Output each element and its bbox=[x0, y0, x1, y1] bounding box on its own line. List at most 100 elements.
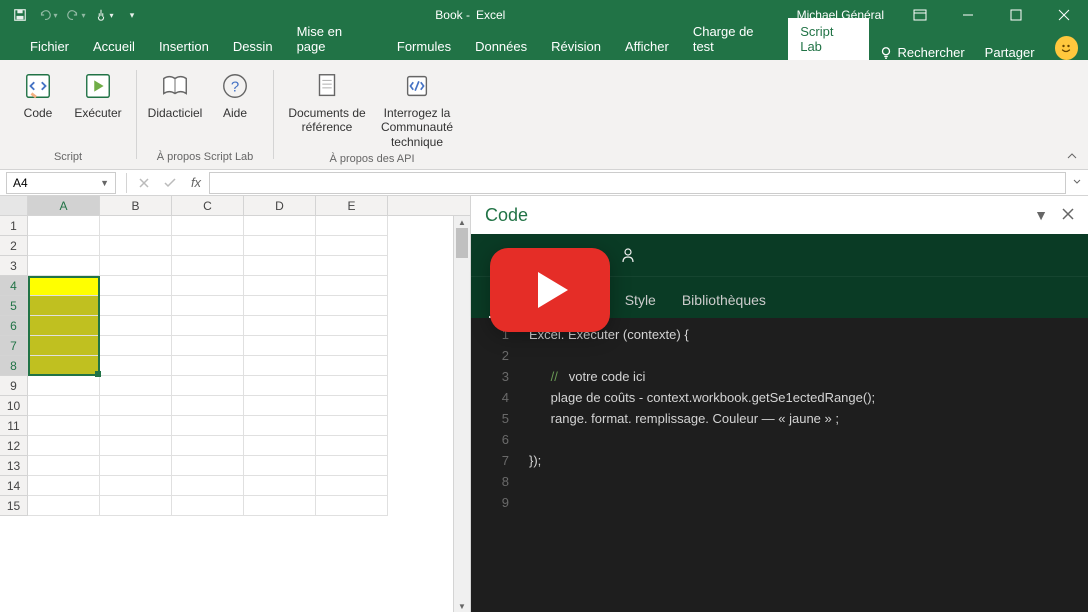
cell[interactable] bbox=[28, 276, 100, 296]
row-header[interactable]: 12 bbox=[0, 436, 28, 456]
row-header[interactable]: 14 bbox=[0, 476, 28, 496]
name-box[interactable]: A4 ▼ bbox=[6, 172, 116, 194]
tab-revision[interactable]: Révision bbox=[539, 33, 613, 60]
editor-tab-biblio[interactable]: Bibliothèques bbox=[680, 282, 768, 318]
cell[interactable] bbox=[100, 276, 172, 296]
cell[interactable] bbox=[100, 236, 172, 256]
cell[interactable] bbox=[316, 416, 388, 436]
select-all-corner[interactable] bbox=[0, 196, 28, 215]
cell[interactable] bbox=[244, 356, 316, 376]
cell[interactable] bbox=[316, 496, 388, 516]
cell[interactable] bbox=[100, 396, 172, 416]
row-header[interactable]: 7 bbox=[0, 336, 28, 356]
cell[interactable] bbox=[28, 356, 100, 376]
cell[interactable] bbox=[316, 396, 388, 416]
cell[interactable] bbox=[100, 316, 172, 336]
tab-charge[interactable]: Charge de test bbox=[681, 18, 788, 60]
qat-customize-button[interactable]: ▾ bbox=[120, 3, 144, 27]
toolbar-user-button[interactable] bbox=[620, 247, 636, 263]
row-header[interactable]: 6 bbox=[0, 316, 28, 336]
row-header[interactable]: 8 bbox=[0, 356, 28, 376]
cell[interactable] bbox=[100, 256, 172, 276]
cell[interactable] bbox=[28, 216, 100, 236]
cell[interactable] bbox=[28, 316, 100, 336]
col-header-e[interactable]: E bbox=[316, 196, 388, 215]
cell[interactable] bbox=[28, 476, 100, 496]
cell[interactable] bbox=[316, 316, 388, 336]
cell[interactable] bbox=[100, 216, 172, 236]
touch-mode-button[interactable]: ▾ bbox=[92, 3, 116, 27]
cell[interactable] bbox=[28, 296, 100, 316]
cell[interactable] bbox=[172, 436, 244, 456]
cell[interactable] bbox=[316, 456, 388, 476]
cell[interactable] bbox=[244, 416, 316, 436]
cell[interactable] bbox=[172, 236, 244, 256]
tab-accueil[interactable]: Accueil bbox=[81, 33, 147, 60]
row-header[interactable]: 2 bbox=[0, 236, 28, 256]
cell[interactable] bbox=[28, 496, 100, 516]
pane-close-button[interactable] bbox=[1062, 207, 1074, 223]
cell[interactable] bbox=[316, 356, 388, 376]
scroll-up-icon[interactable]: ▲ bbox=[454, 216, 470, 228]
cancel-formula-button[interactable] bbox=[131, 172, 157, 194]
cell[interactable] bbox=[172, 456, 244, 476]
col-header-c[interactable]: C bbox=[172, 196, 244, 215]
col-header-b[interactable]: B bbox=[100, 196, 172, 215]
code-content[interactable]: Excel. Exécuter (contexte) { // votre co… bbox=[517, 318, 1088, 612]
video-play-button[interactable] bbox=[490, 248, 610, 332]
cell[interactable] bbox=[316, 236, 388, 256]
cell[interactable] bbox=[100, 296, 172, 316]
cell[interactable] bbox=[244, 456, 316, 476]
cell[interactable] bbox=[28, 236, 100, 256]
cell[interactable] bbox=[316, 376, 388, 396]
cell[interactable] bbox=[316, 436, 388, 456]
cell[interactable] bbox=[100, 336, 172, 356]
cell[interactable] bbox=[244, 236, 316, 256]
cell[interactable] bbox=[244, 316, 316, 336]
row-header[interactable]: 5 bbox=[0, 296, 28, 316]
tell-me-search[interactable]: Rechercher bbox=[869, 45, 974, 60]
cell[interactable] bbox=[172, 276, 244, 296]
cell[interactable] bbox=[28, 336, 100, 356]
cell[interactable] bbox=[244, 216, 316, 236]
cell[interactable] bbox=[244, 276, 316, 296]
tab-insertion[interactable]: Insertion bbox=[147, 33, 221, 60]
code-button[interactable]: Code bbox=[10, 66, 66, 124]
cell[interactable] bbox=[244, 396, 316, 416]
col-header-d[interactable]: D bbox=[244, 196, 316, 215]
cell[interactable] bbox=[172, 216, 244, 236]
cell[interactable] bbox=[172, 256, 244, 276]
row-header[interactable]: 1 bbox=[0, 216, 28, 236]
cell[interactable] bbox=[316, 256, 388, 276]
tutorial-button[interactable]: Didacticiel bbox=[147, 66, 203, 124]
cell[interactable] bbox=[172, 356, 244, 376]
cell[interactable] bbox=[244, 256, 316, 276]
cell[interactable] bbox=[244, 476, 316, 496]
cell[interactable] bbox=[28, 396, 100, 416]
expand-formula-bar-button[interactable] bbox=[1072, 176, 1088, 190]
cell[interactable] bbox=[172, 476, 244, 496]
cell[interactable] bbox=[100, 416, 172, 436]
cell[interactable] bbox=[28, 256, 100, 276]
spreadsheet[interactable]: A B C D E 123456789101112131415 ▲ ▼ bbox=[0, 196, 470, 612]
row-header[interactable]: 11 bbox=[0, 416, 28, 436]
row-header[interactable]: 9 bbox=[0, 376, 28, 396]
vertical-scrollbar[interactable]: ▲ ▼ bbox=[453, 216, 470, 612]
cell[interactable] bbox=[100, 376, 172, 396]
cell[interactable] bbox=[28, 436, 100, 456]
tab-afficher[interactable]: Afficher bbox=[613, 33, 681, 60]
undo-button[interactable]: ▾ bbox=[36, 3, 60, 27]
cell[interactable] bbox=[172, 496, 244, 516]
editor-tab-style[interactable]: Style bbox=[623, 282, 658, 318]
formula-input[interactable] bbox=[209, 172, 1066, 194]
minimize-button[interactable] bbox=[948, 0, 988, 30]
cell[interactable] bbox=[244, 376, 316, 396]
cell[interactable] bbox=[28, 376, 100, 396]
cell[interactable] bbox=[316, 476, 388, 496]
enter-formula-button[interactable] bbox=[157, 172, 183, 194]
cell[interactable] bbox=[172, 316, 244, 336]
tab-mise-en-page[interactable]: Mise en page bbox=[285, 18, 385, 60]
name-box-dropdown-icon[interactable]: ▼ bbox=[100, 178, 109, 188]
code-editor[interactable]: 123456789 Excel. Exécuter (contexte) { /… bbox=[471, 318, 1088, 612]
ask-community-button[interactable]: Interrogez la Communauté technique bbox=[374, 66, 460, 153]
